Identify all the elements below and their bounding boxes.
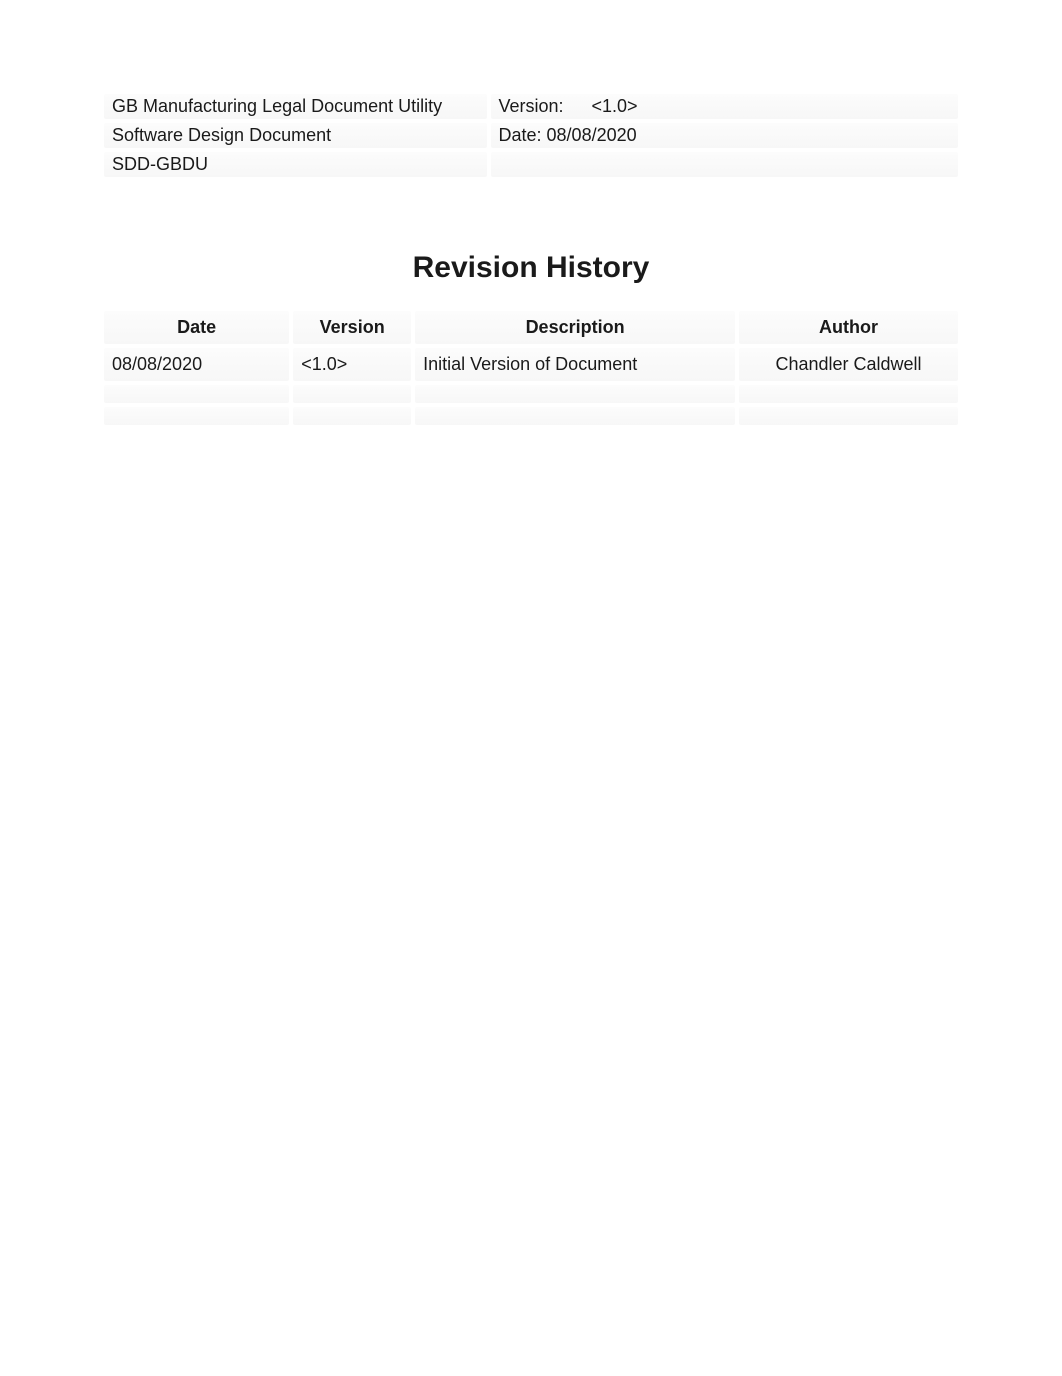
header-title: GB Manufacturing Legal Document Utility <box>104 94 487 119</box>
cell-empty <box>415 407 735 425</box>
column-header-author: Author <box>739 311 958 344</box>
document-header: GB Manufacturing Legal Document Utility … <box>100 90 962 181</box>
cell-empty <box>293 385 411 403</box>
column-header-version: Version <box>293 311 411 344</box>
header-doc-type: Software Design Document <box>104 123 487 148</box>
cell-empty <box>415 385 735 403</box>
revision-history-table: Date Version Description Author 08/08/20… <box>100 307 962 429</box>
table-row <box>104 407 958 425</box>
cell-author: Chandler Caldwell <box>739 348 958 381</box>
cell-description: Initial Version of Document <box>415 348 735 381</box>
table-row <box>104 385 958 403</box>
header-empty <box>491 152 959 177</box>
cell-empty <box>293 407 411 425</box>
cell-empty <box>104 407 289 425</box>
cell-version: <1.0> <box>293 348 411 381</box>
date-label: Date: <box>499 125 547 145</box>
cell-empty <box>739 385 958 403</box>
date-value: 08/08/2020 <box>547 125 637 145</box>
column-header-date: Date <box>104 311 289 344</box>
cell-empty <box>104 385 289 403</box>
header-doc-id: SDD-GBDU <box>104 152 487 177</box>
cell-date: 08/08/2020 <box>104 348 289 381</box>
page-title: Revision History <box>100 251 962 285</box>
column-header-description: Description <box>415 311 735 344</box>
version-value: <1.0> <box>574 96 638 117</box>
version-label: Version: <box>499 96 569 117</box>
cell-empty <box>739 407 958 425</box>
header-version: Version: <1.0> <box>491 94 959 119</box>
table-header-row: Date Version Description Author <box>104 311 958 344</box>
header-date: Date: 08/08/2020 <box>491 123 959 148</box>
table-row: 08/08/2020 <1.0> Initial Version of Docu… <box>104 348 958 381</box>
